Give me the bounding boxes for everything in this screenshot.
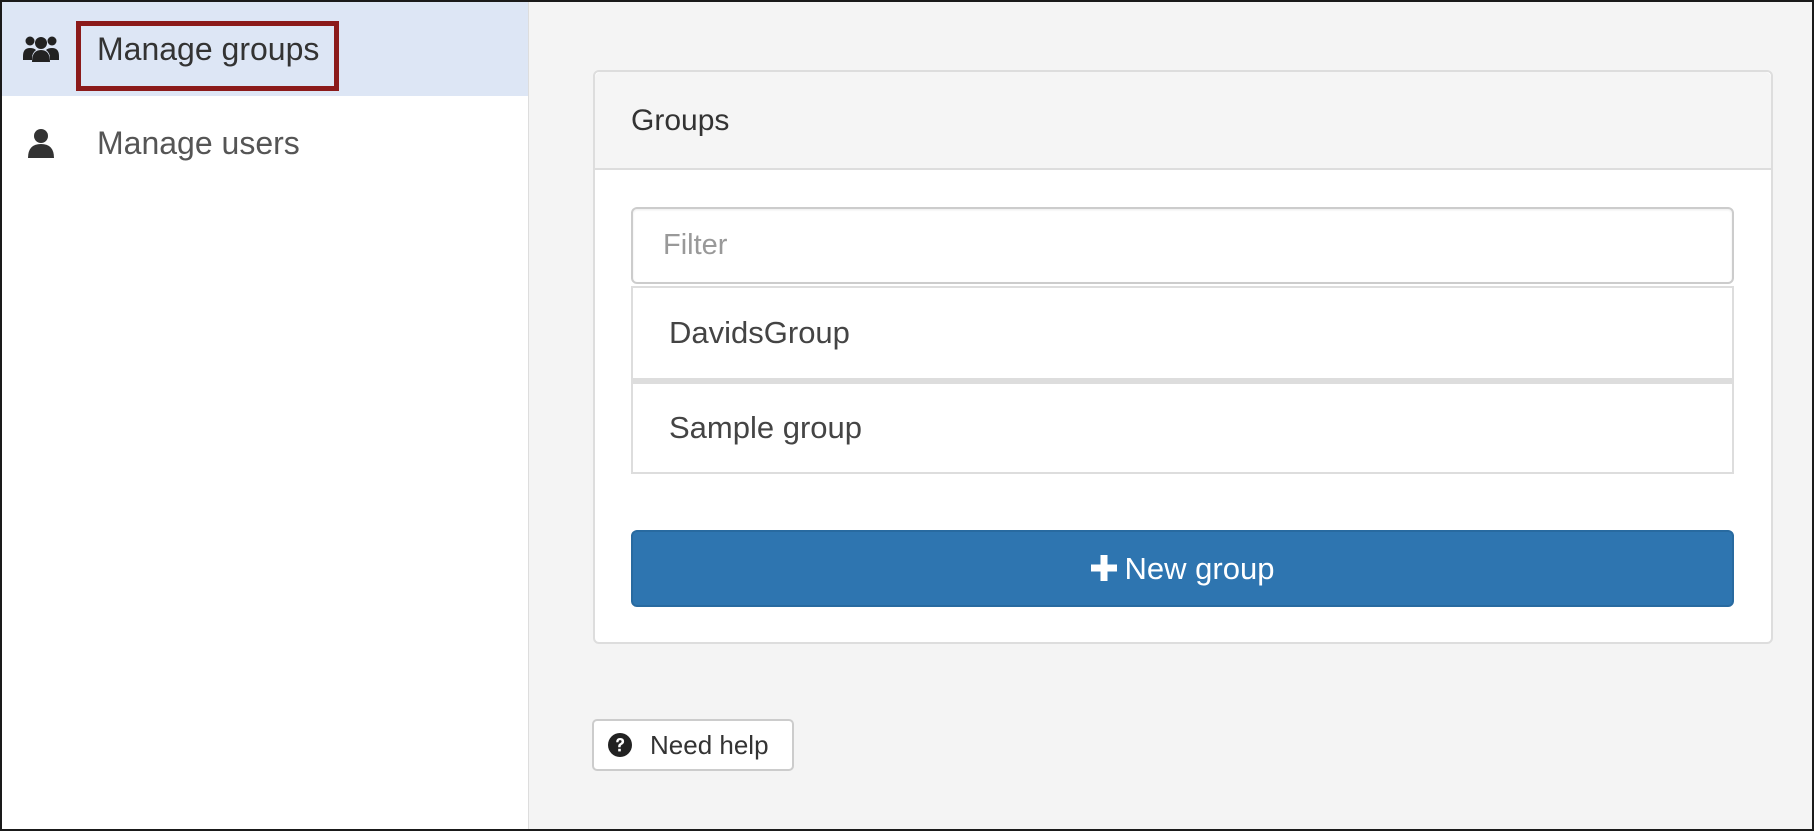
new-group-button[interactable]: New group bbox=[631, 530, 1734, 607]
groups-panel: Groups DavidsGroup Sample group New grou… bbox=[593, 70, 1773, 644]
panel-heading: Groups bbox=[595, 72, 1771, 170]
plus-icon bbox=[1090, 551, 1117, 587]
main-content: Groups DavidsGroup Sample group New grou… bbox=[529, 2, 1812, 829]
new-group-label: New group bbox=[1124, 550, 1275, 586]
sidebar-item-label: Manage users bbox=[97, 124, 300, 161]
highlight-annotation bbox=[76, 21, 339, 91]
need-help-button[interactable]: Need help bbox=[592, 719, 794, 771]
need-help-label: Need help bbox=[650, 729, 769, 760]
list-item[interactable]: Sample group bbox=[631, 380, 1734, 474]
users-icon bbox=[22, 30, 60, 68]
filter-input[interactable] bbox=[631, 207, 1734, 284]
panel-title: Groups bbox=[631, 104, 730, 137]
sidebar-item-manage-users[interactable]: Manage users bbox=[2, 96, 528, 190]
app-window: Manage groups Manage users Groups Davids… bbox=[0, 0, 1814, 831]
sidebar: Manage groups Manage users bbox=[2, 2, 529, 829]
group-list: DavidsGroup Sample group bbox=[631, 286, 1734, 474]
list-item[interactable]: DavidsGroup bbox=[631, 286, 1734, 380]
question-circle-icon bbox=[608, 733, 632, 757]
user-icon bbox=[22, 124, 60, 162]
